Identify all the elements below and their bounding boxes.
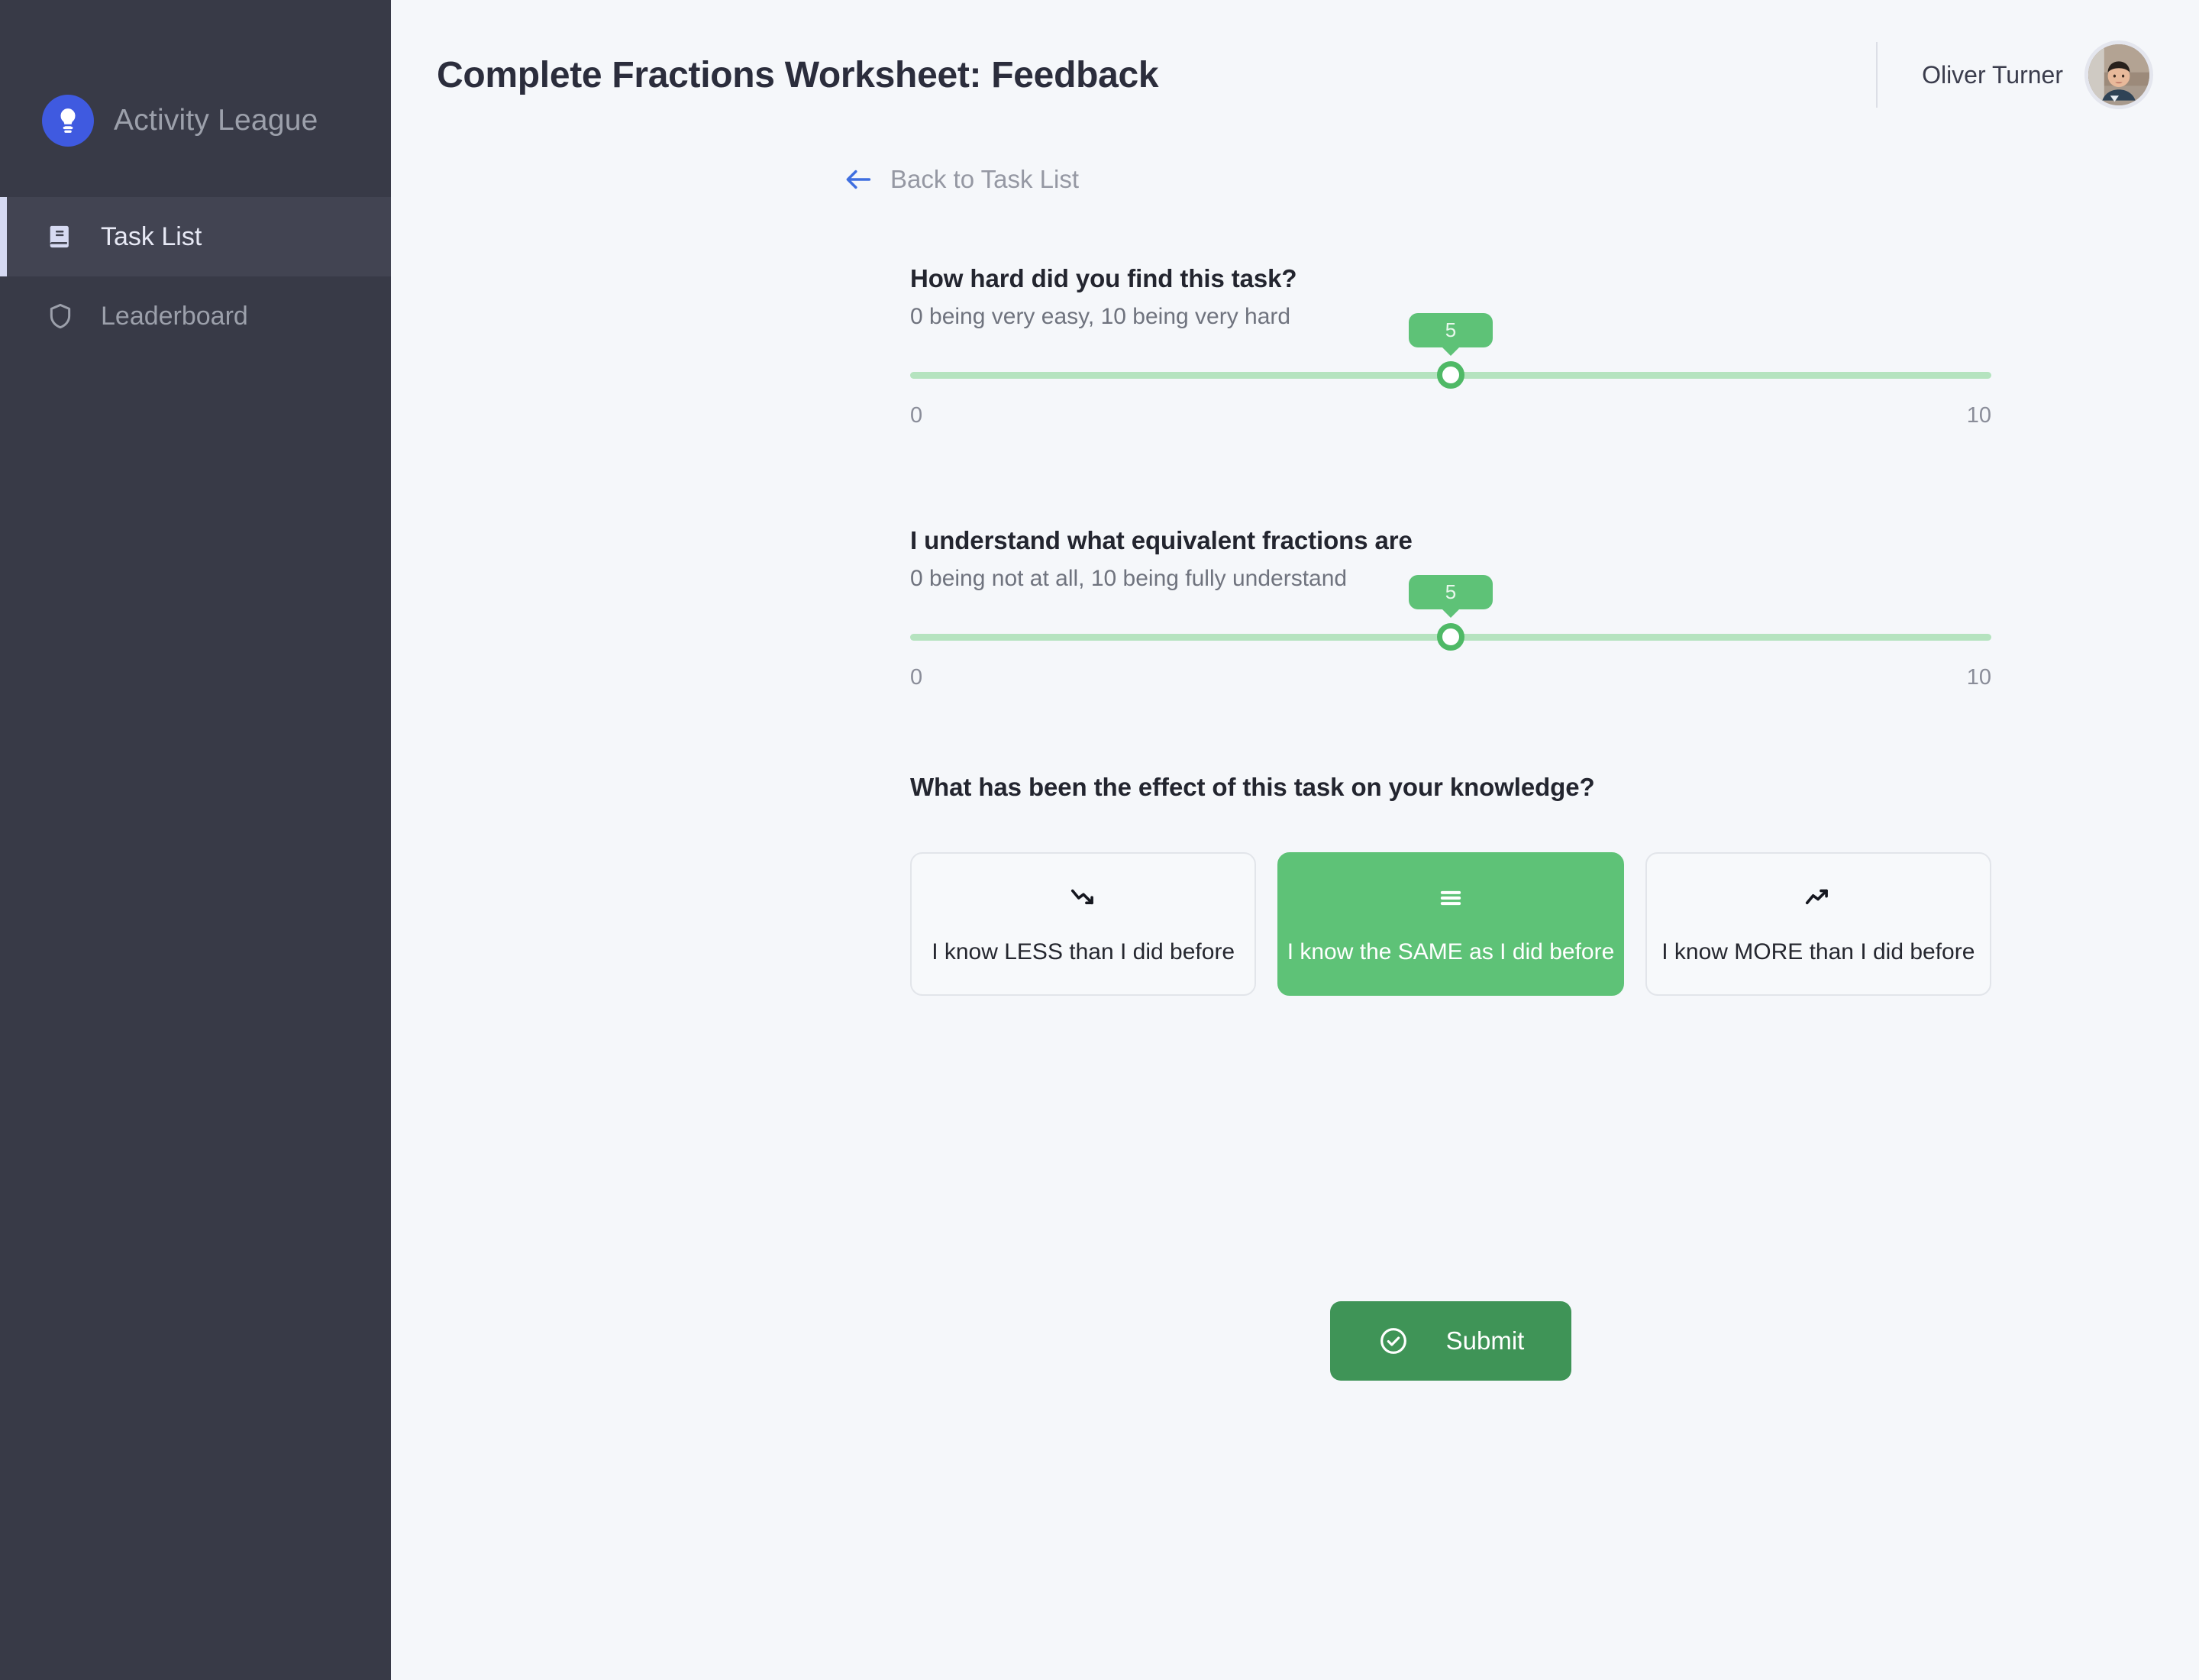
arrow-left-icon bbox=[843, 166, 873, 192]
sidebar-item-leaderboard[interactable]: Leaderboard bbox=[0, 276, 391, 356]
submit-label: Submit bbox=[1445, 1326, 1525, 1355]
page-title: Complete Fractions Worksheet: Feedback bbox=[437, 54, 1159, 95]
slider-value-badge: 5 bbox=[1409, 313, 1493, 347]
shield-icon bbox=[44, 300, 76, 332]
slider-max-label: 10 bbox=[1966, 403, 1991, 428]
user-name: Oliver Turner bbox=[1922, 60, 2063, 89]
option-label: I know MORE than I did before bbox=[1661, 939, 1975, 964]
slider-min-label: 0 bbox=[910, 403, 923, 428]
trend-down-icon bbox=[1069, 883, 1098, 913]
divider bbox=[1876, 42, 1878, 108]
back-to-task-list-link[interactable]: Back to Task List bbox=[843, 165, 1079, 194]
trend-up-icon bbox=[1803, 883, 1832, 913]
option-know-same[interactable]: I know the SAME as I did before bbox=[1277, 852, 1624, 996]
slider-thumb[interactable] bbox=[1437, 361, 1464, 389]
slider-max-label: 10 bbox=[1966, 665, 1991, 690]
slider-thumb[interactable] bbox=[1437, 623, 1464, 651]
submit-row: Submit bbox=[910, 1301, 1991, 1381]
check-circle-icon bbox=[1377, 1325, 1409, 1357]
sidebar-nav: Task List Leaderboard bbox=[0, 197, 391, 356]
question-understanding: I understand what equivalent fractions a… bbox=[910, 526, 1991, 690]
effect-options: I know LESS than I did before I know the… bbox=[910, 852, 1991, 996]
sidebar-item-task-list[interactable]: Task List bbox=[0, 197, 391, 276]
option-know-more[interactable]: I know MORE than I did before bbox=[1645, 852, 1991, 996]
back-link-label: Back to Task List bbox=[890, 165, 1080, 193]
question-title: How hard did you find this task? bbox=[910, 264, 1297, 292]
sidebar-item-label: Leaderboard bbox=[101, 301, 248, 331]
user-menu[interactable]: Oliver Turner bbox=[1876, 40, 2153, 109]
feedback-form: How hard did you find this task? 0 being… bbox=[391, 209, 2199, 1381]
main-area: Complete Fractions Worksheet: Feedback O… bbox=[391, 0, 2199, 1680]
option-label: I know LESS than I did before bbox=[932, 939, 1235, 964]
equals-lines-icon bbox=[1436, 883, 1465, 913]
brand: Activity League bbox=[0, 0, 391, 197]
back-row: Back to Task List bbox=[391, 150, 2199, 209]
slider-min-label: 0 bbox=[910, 665, 923, 690]
sidebar: Activity League Task List Leaderboard bbox=[0, 0, 391, 1680]
sidebar-item-label: Task List bbox=[101, 221, 202, 251]
difficulty-slider[interactable]: 5 bbox=[910, 313, 1991, 389]
question-difficulty: How hard did you find this task? 0 being… bbox=[910, 264, 1991, 428]
question-effect: What has been the effect of this task on… bbox=[910, 773, 1991, 996]
app-root: Activity League Task List Leaderboard Co… bbox=[0, 0, 2199, 1680]
option-know-less[interactable]: I know LESS than I did before bbox=[910, 852, 1257, 996]
lightbulb-icon bbox=[42, 95, 94, 147]
brand-name: Activity League bbox=[114, 104, 318, 137]
option-label: I know the SAME as I did before bbox=[1287, 939, 1615, 964]
book-icon bbox=[44, 221, 76, 253]
submit-button[interactable]: Submit bbox=[1329, 1301, 1572, 1381]
slider-end-labels: 0 10 bbox=[910, 665, 1991, 690]
question-title: I understand what equivalent fractions a… bbox=[910, 526, 1413, 554]
topbar: Complete Fractions Worksheet: Feedback O… bbox=[391, 0, 2199, 150]
avatar[interactable] bbox=[2084, 40, 2153, 109]
question-title: What has been the effect of this task on… bbox=[910, 773, 1595, 801]
slider-value-badge: 5 bbox=[1409, 575, 1493, 609]
understanding-slider[interactable]: 5 bbox=[910, 575, 1991, 651]
slider-end-labels: 0 10 bbox=[910, 403, 1991, 428]
